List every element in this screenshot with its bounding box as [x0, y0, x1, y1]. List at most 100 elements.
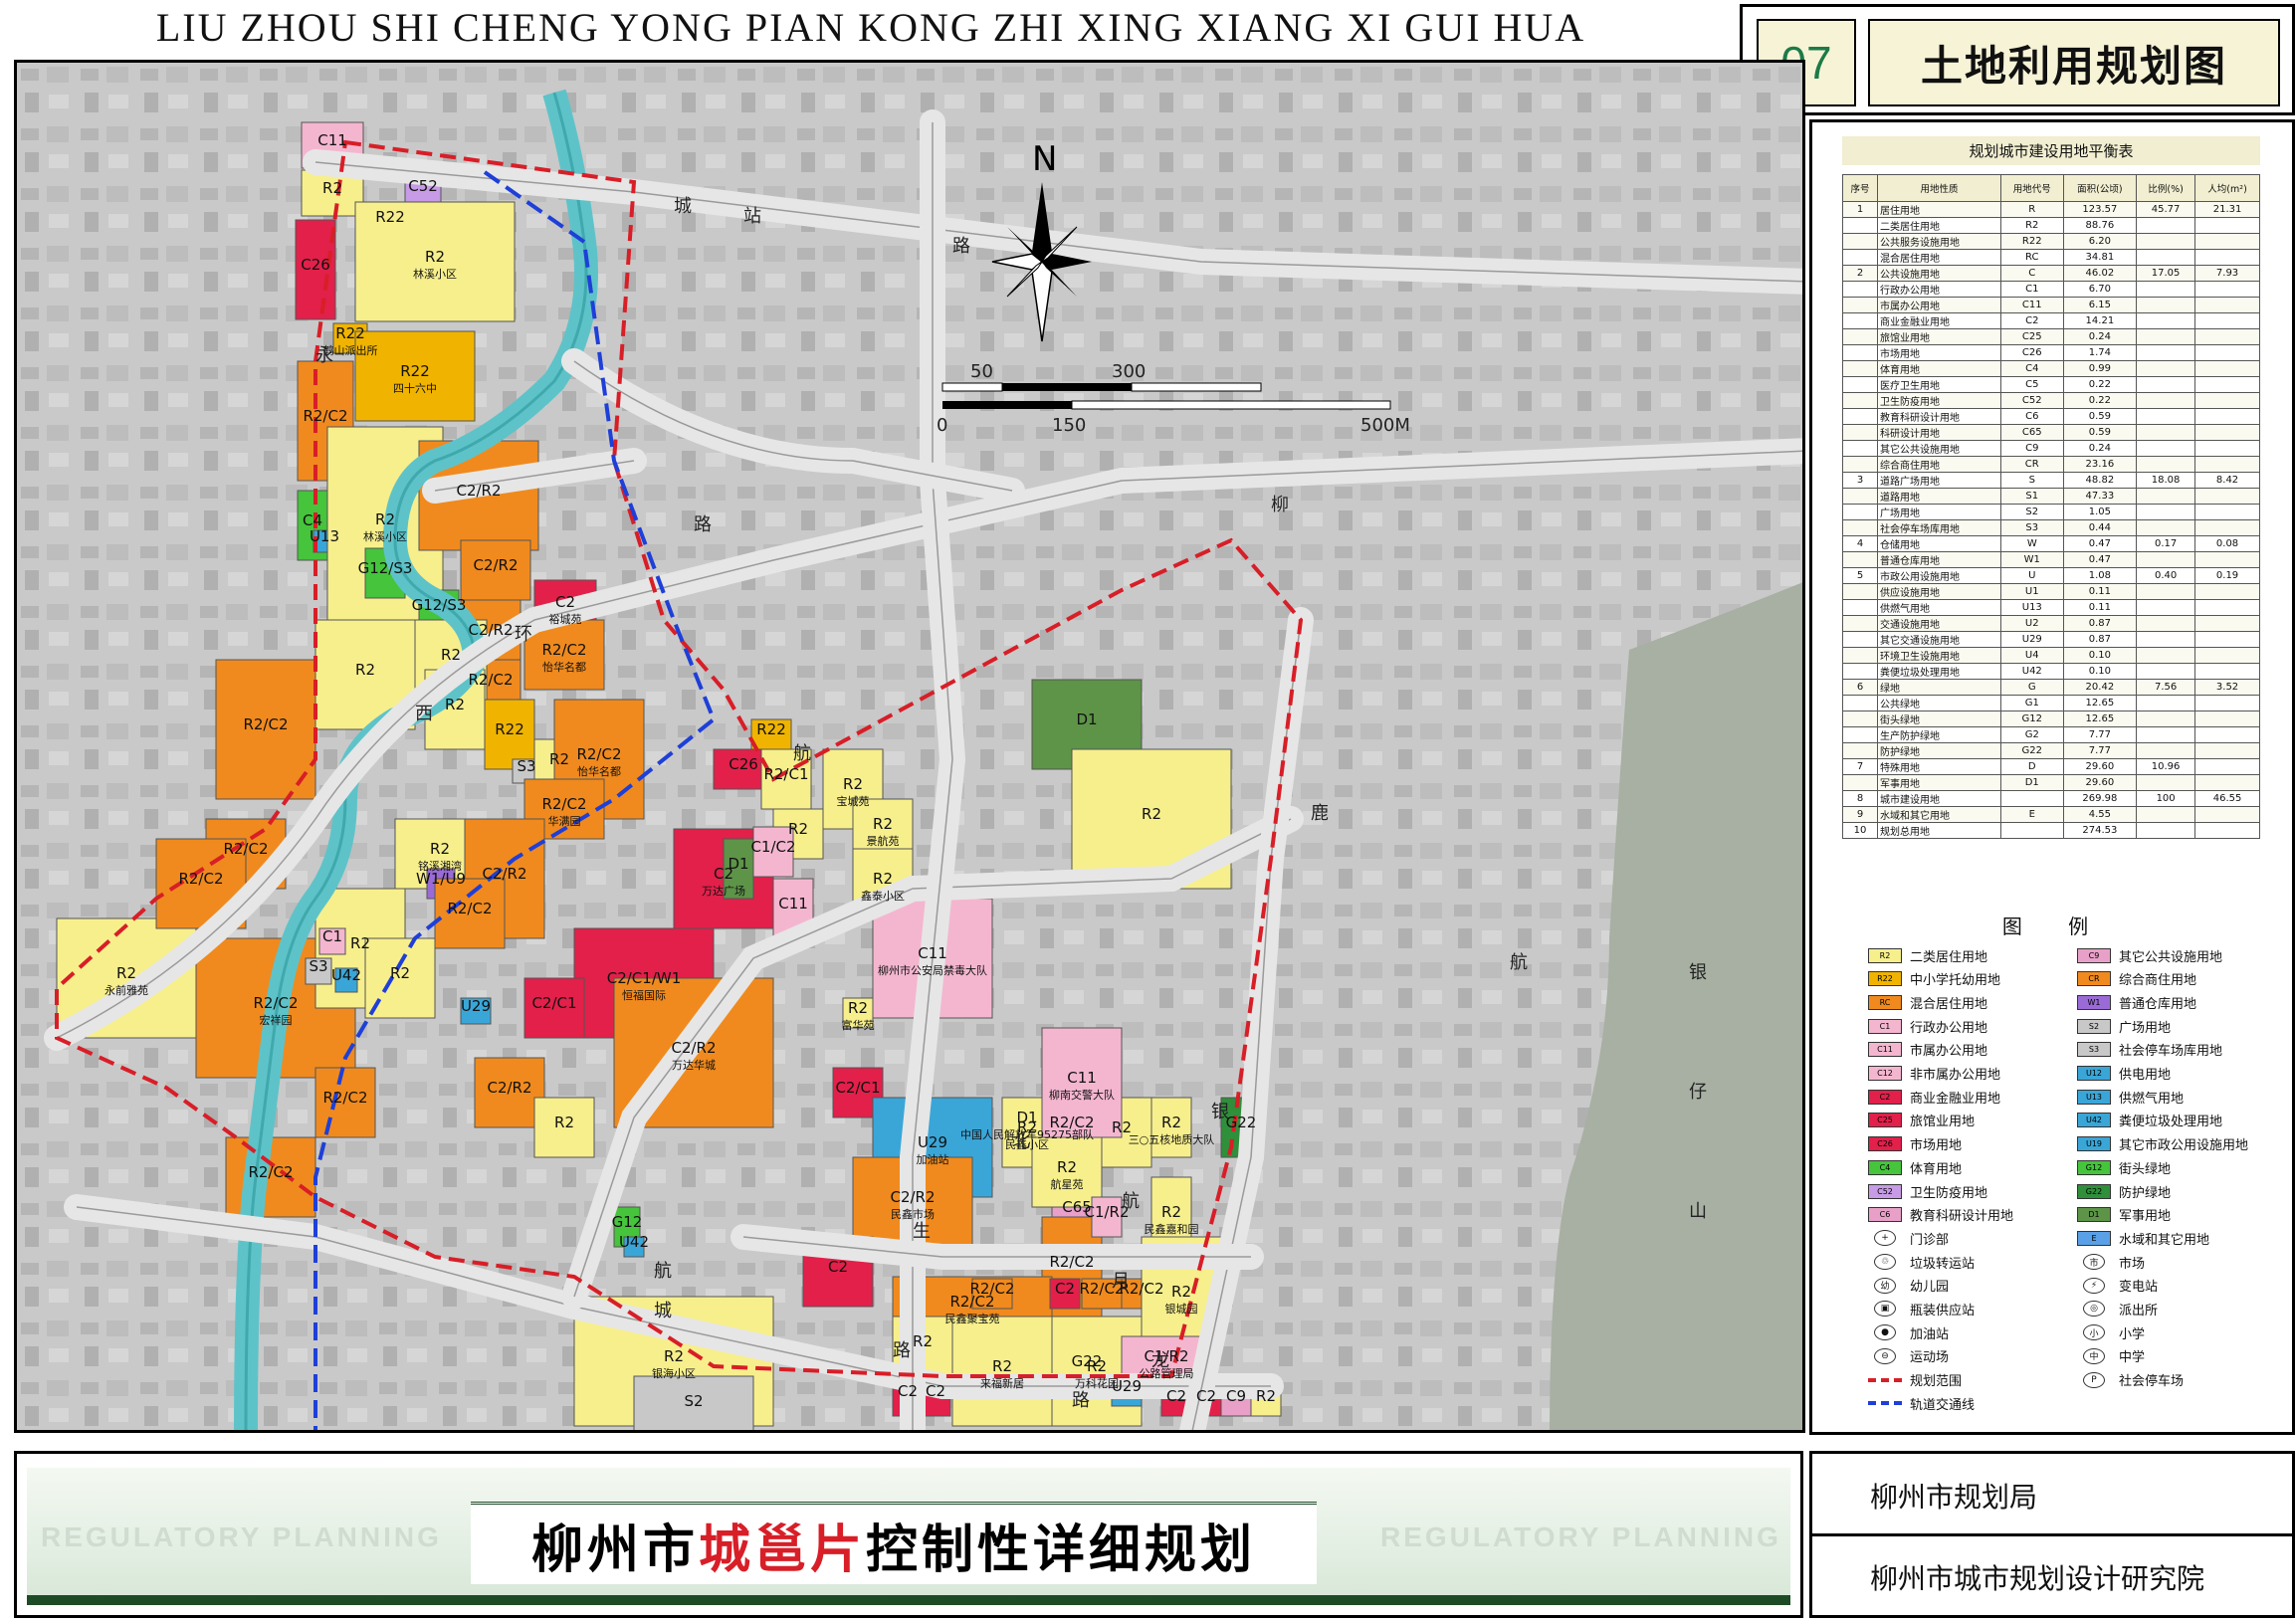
legend-label: 门诊部	[1910, 1232, 1950, 1248]
legend-symbol-icon: 中	[2083, 1347, 2105, 1364]
parcel-code-label: U13	[310, 527, 339, 545]
legend-label: 旅馆业用地	[1910, 1115, 1976, 1130]
table-cell	[2194, 344, 2260, 361]
table-cell: 绿地	[1877, 679, 2001, 696]
parcel-name-label: 银城园	[1165, 1302, 1198, 1316]
table-cell: 0.47	[2062, 551, 2138, 568]
table-cell	[2136, 312, 2196, 329]
legend-item: 幼幼儿园	[1868, 1277, 2077, 1295]
table-cell	[2136, 233, 2196, 250]
parcel-code-label: R2	[350, 934, 370, 952]
table-cell: 8	[1842, 790, 1878, 807]
legend-swatch: C4	[1868, 1159, 1902, 1175]
parcel-code-label: C2	[898, 1382, 918, 1400]
table-cell	[1842, 217, 1878, 234]
legend-swatch: C12	[1868, 1066, 1902, 1082]
legend-item: 规划范围	[1868, 1370, 2077, 1389]
table-cell: R	[1999, 201, 2064, 218]
legend-label: 小学	[2119, 1326, 2146, 1342]
legend-swatch: S3	[2077, 1042, 2111, 1058]
parcel-code-label: R2	[375, 510, 395, 528]
table-cell	[2194, 376, 2260, 393]
table-cell: S1	[1999, 488, 2064, 505]
table-cell: C	[1999, 265, 2064, 282]
table-cell: 1.08	[2062, 567, 2138, 584]
table-cell: C6	[1999, 408, 2064, 425]
table-row: 卫生防疫用地 C52 0.22	[1842, 392, 2260, 409]
table-cell: 混合居住用地	[1877, 249, 2001, 266]
legend-swatch: C1	[1868, 1018, 1902, 1034]
parcel-code-label: U29	[1112, 1377, 1142, 1395]
table-cell: 12.65	[2062, 710, 2138, 727]
table-cell: 供燃气用地	[1877, 599, 2001, 616]
table-cell	[2194, 281, 2260, 298]
project-title-part1: 柳州市	[530, 1519, 699, 1580]
table-cell	[2136, 742, 2196, 759]
parcel-code-label: C2/R2	[468, 621, 513, 639]
balance-table-column-header: 比例(%)	[2136, 174, 2196, 202]
legend-item: U19 其它市政公用设施用地	[2077, 1135, 2286, 1153]
parcel-code-label: R2/C2	[541, 795, 586, 813]
table-cell	[2136, 440, 2196, 457]
table-cell: 6.70	[2062, 281, 2138, 298]
table-row: 1 居住用地 R 123.57 45.77 21.31	[1842, 201, 2260, 218]
legend-label: 其它市政公用设施用地	[2119, 1138, 2249, 1154]
table-cell	[1842, 504, 1878, 520]
table-cell: 7.77	[2062, 742, 2138, 759]
table-cell: 市场用地	[1877, 344, 2001, 361]
parcel-code-label: R2	[390, 964, 410, 982]
table-row: 防护绿地 G22 7.77	[1842, 742, 2260, 759]
footer-stripe	[27, 1595, 1790, 1605]
table-cell: 城市建设用地	[1877, 790, 2001, 807]
legend-label: 普通仓库用地	[2119, 997, 2197, 1013]
parcel-name-label: 民鑫聚宝苑	[945, 1312, 1000, 1325]
land-use-map[interactable]: C11 R2 C26 C52 R22 R2 林溪小区 R22 鹤山派出所 R2/C2 R22 四十六中…	[14, 60, 1805, 1433]
table-cell: 5	[1842, 567, 1878, 584]
legend-label: 社会停车场	[2119, 1374, 2185, 1390]
table-cell: 行政办公用地	[1877, 281, 2001, 298]
table-row: 环境卫生设施用地 U4 0.10	[1842, 647, 2260, 664]
table-cell: 旅馆业用地	[1877, 328, 2001, 345]
table-cell	[1842, 297, 1878, 313]
balance-table-column-header: 用地性质	[1877, 174, 2001, 202]
table-cell	[2194, 774, 2260, 791]
legend-swatch: U12	[2077, 1066, 2111, 1082]
parcel-code-label: R2	[1256, 1387, 1276, 1405]
table-cell	[2194, 360, 2260, 377]
balance-table-column-header: 面积(公顷)	[2062, 174, 2138, 202]
table-cell	[2194, 392, 2260, 409]
table-cell	[1842, 599, 1878, 616]
parcel-name-label: 华满园	[548, 814, 581, 828]
legend-label: 运动场	[1910, 1350, 1950, 1366]
table-cell: 交通设施用地	[1877, 615, 2001, 632]
parcel-code-label: C2	[828, 1258, 848, 1276]
table-cell: S	[1999, 472, 2064, 489]
table-cell	[2136, 551, 2196, 568]
table-cell: 广场用地	[1877, 504, 2001, 520]
table-row: 综合商住用地 CR 23.16	[1842, 456, 2260, 473]
table-row: 教育科研设计用地 C6 0.59	[1842, 408, 2260, 425]
road-name-label: 月	[1112, 1271, 1130, 1292]
scale-tick-150: 150	[1052, 415, 1086, 436]
table-cell	[1842, 440, 1878, 457]
table-cell: C52	[1999, 392, 2064, 409]
parcel-code-label: G12	[612, 1213, 643, 1231]
legend-label: 中学	[2119, 1350, 2146, 1366]
table-row: 科研设计用地 C65 0.59	[1842, 424, 2260, 441]
road-name-label: 站	[743, 206, 761, 227]
table-cell: 0.17	[2136, 535, 2196, 552]
parcel-code-label: C2/R2	[487, 1079, 531, 1097]
parcel-code-label: R2	[554, 1114, 574, 1131]
parcel-name-label: 万达华城	[672, 1058, 716, 1072]
table-cell	[2136, 392, 2196, 409]
legend-label: 市属办公用地	[1910, 1044, 1988, 1060]
legend-label: 行政办公用地	[1910, 1020, 1988, 1036]
road-name-label: 航	[1510, 952, 1528, 973]
table-cell: 274.53	[2062, 822, 2138, 839]
map-canvas[interactable]: C11R2C26C52R22R2林溪小区R22鹤山派出所R2/C2R22四十六中…	[17, 63, 1805, 1433]
table-cell: C5	[1999, 376, 2064, 393]
table-cell: U2	[1999, 615, 2064, 632]
parcel-code-label: S3	[517, 757, 535, 775]
parcel-code-label: R22	[756, 720, 786, 738]
legend-item: C52 卫生防疫用地	[1868, 1182, 2077, 1201]
